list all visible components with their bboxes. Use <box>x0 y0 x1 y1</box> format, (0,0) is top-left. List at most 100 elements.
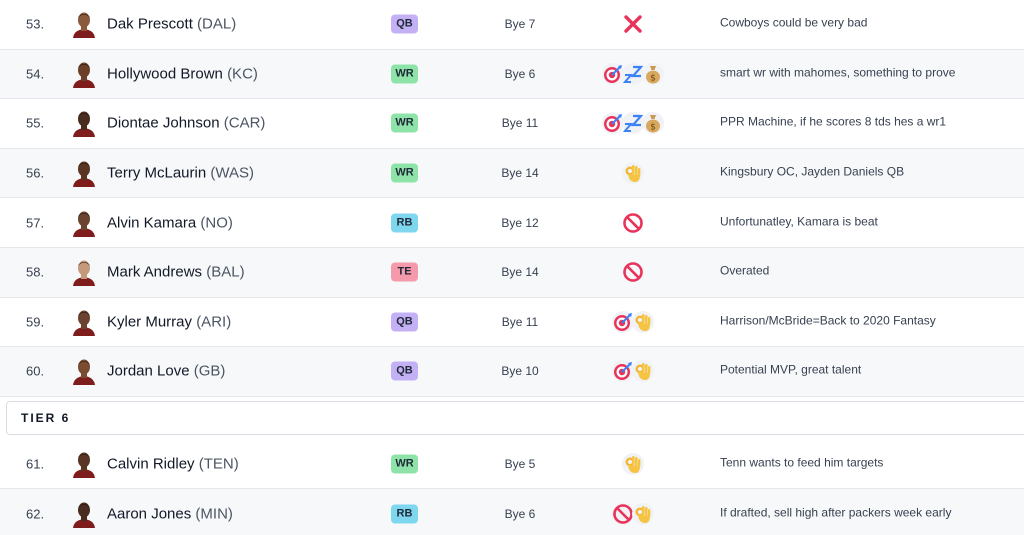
bye-week: Bye 12 <box>501 215 539 230</box>
player-team: (GB) <box>193 362 226 380</box>
player-team: (MIN) <box>195 505 233 523</box>
player-name: Terry McLaurin <box>107 164 207 182</box>
cross-icon[interactable] <box>622 13 644 35</box>
player-name: Kyler Murray <box>107 313 193 331</box>
player-name: Jordan Love <box>107 362 190 380</box>
position-badge: WR <box>391 113 418 133</box>
player-avatar <box>70 209 98 237</box>
position-badge: TE <box>391 262 418 282</box>
player-rows-group: 53. Dak Prescott (DAL) QB Bye 7 Cowboys coul… <box>0 0 1024 397</box>
player-row[interactable]: 55. Diontae Johnson (CAR) WR Bye 11 $ PPR Mac… <box>0 99 1024 149</box>
player-name: Hollywood Brown <box>107 65 223 83</box>
player-name-link[interactable]: Dak Prescott (DAL) <box>107 16 236 33</box>
player-note: Tenn wants to feed him targets <box>720 455 884 470</box>
player-row[interactable]: 58. Mark Andrews (BAL) TE Bye 14 Overated <box>0 247 1024 298</box>
player-name-link[interactable]: Mark Andrews (BAL) <box>107 264 245 281</box>
player-name-link[interactable]: Kyler Murray (ARI) <box>107 313 231 330</box>
prohibited-icon[interactable] <box>622 261 644 283</box>
prohibited-icon[interactable] <box>622 212 644 234</box>
player-name: Aaron Jones <box>107 505 192 523</box>
player-rank: 56. <box>26 165 45 181</box>
player-tags <box>590 358 678 384</box>
player-team: (WAS) <box>210 164 254 182</box>
sleep-icon[interactable] <box>622 112 644 135</box>
player-rank: 59. <box>26 314 45 330</box>
target-icon[interactable] <box>602 112 624 135</box>
money-bag-icon[interactable]: $ <box>642 112 664 135</box>
player-team: (BAL) <box>206 263 245 281</box>
bye-week: Bye 10 <box>501 364 539 379</box>
player-note: If drafted, sell high after packers week… <box>720 505 952 520</box>
player-name-link[interactable]: Hollywood Brown (KC) <box>107 65 258 82</box>
target-icon[interactable] <box>612 360 634 383</box>
player-rankings-list: 53. Dak Prescott (DAL) QB Bye 7 Cowboys coul… <box>0 0 1024 535</box>
bye-week: Bye 5 <box>504 457 536 472</box>
player-team: (KC) <box>227 65 258 83</box>
player-team: (TEN) <box>198 455 239 473</box>
player-note: Overated <box>720 263 770 278</box>
player-name-link[interactable]: Terry McLaurin (WAS) <box>107 165 254 182</box>
player-name: Dak Prescott <box>107 15 193 33</box>
sleep-icon[interactable] <box>622 62 644 85</box>
player-tags <box>590 451 678 477</box>
prohibited-icon[interactable] <box>612 502 634 525</box>
player-row[interactable]: 60. Jordan Love (GB) QB Bye 10 Potential MVP… <box>0 347 1024 397</box>
player-rank: 57. <box>26 215 45 231</box>
position-badge: RB <box>391 213 418 233</box>
player-row[interactable]: 54. Hollywood Brown (KC) WR Bye 6 $ smart wr … <box>0 49 1024 100</box>
player-row[interactable]: 56. Terry McLaurin (WAS) WR Bye 14 Kingsbury… <box>0 148 1024 199</box>
ok-hand-icon[interactable] <box>632 360 654 383</box>
player-team: (ARI) <box>196 313 232 331</box>
player-name: Diontae Johnson <box>107 114 220 132</box>
player-name: Mark Andrews <box>107 263 203 281</box>
player-name-link[interactable]: Jordan Love (GB) <box>107 363 225 380</box>
position-badge: WR <box>391 163 418 183</box>
tier-header: TIER 6 <box>6 400 1024 435</box>
player-avatar <box>70 258 98 287</box>
player-avatar <box>70 500 98 528</box>
player-row[interactable]: 62. Aaron Jones (MIN) RB Bye 6 If drafted, s… <box>0 489 1024 535</box>
player-name-link[interactable]: Diontae Johnson (CAR) <box>107 115 265 132</box>
player-name-link[interactable]: Aaron Jones (MIN) <box>107 505 233 522</box>
target-icon[interactable] <box>612 310 634 333</box>
ok-hand-icon[interactable] <box>622 162 644 185</box>
player-note: PPR Machine, if he scores 8 tds hes a wr… <box>720 115 947 130</box>
player-note: Cowboys could be very bad <box>720 15 868 30</box>
player-tags: $ <box>590 110 678 136</box>
player-rank: 62. <box>26 506 45 522</box>
player-avatar <box>70 308 98 336</box>
player-rank: 55. <box>26 115 45 131</box>
player-avatar <box>70 10 98 39</box>
player-tags <box>590 11 678 37</box>
player-rank: 61. <box>26 456 45 472</box>
player-row[interactable]: 61. Calvin Ridley (TEN) WR Bye 5 Tenn wants … <box>0 439 1024 490</box>
player-row[interactable]: 57. Alvin Kamara (NO) RB Bye 12 Unfortunatle… <box>0 198 1024 248</box>
player-tags <box>590 160 678 186</box>
player-name-link[interactable]: Alvin Kamara (NO) <box>107 214 233 231</box>
svg-text:$: $ <box>650 123 656 133</box>
position-badge: QB <box>391 14 418 34</box>
ok-hand-icon[interactable] <box>632 310 654 333</box>
player-row[interactable]: 59. Kyler Murray (ARI) QB Bye 11 Harrison/Mc… <box>0 297 1024 348</box>
player-tags <box>590 259 678 285</box>
tier-label: TIER 6 <box>21 410 71 425</box>
bye-week: Bye 7 <box>504 17 536 32</box>
target-icon[interactable] <box>602 62 624 85</box>
ok-hand-icon[interactable] <box>632 502 654 525</box>
bye-week: Bye 11 <box>501 314 539 329</box>
position-badge: WR <box>391 64 418 84</box>
ok-hand-icon[interactable] <box>622 453 644 476</box>
player-rank: 58. <box>26 264 45 280</box>
player-tags: $ <box>590 61 678 87</box>
position-badge: RB <box>391 504 418 524</box>
player-name-link[interactable]: Calvin Ridley (TEN) <box>107 456 239 473</box>
money-bag-icon[interactable]: $ <box>642 62 664 85</box>
bye-week: Bye 6 <box>504 506 536 521</box>
player-avatar <box>70 450 98 479</box>
player-rows-group: 61. Calvin Ridley (TEN) WR Bye 5 Tenn wants … <box>0 439 1024 535</box>
player-note: smart wr with mahomes, something to prov… <box>720 65 956 80</box>
player-row[interactable]: 53. Dak Prescott (DAL) QB Bye 7 Cowboys coul… <box>0 0 1024 50</box>
player-team: (CAR) <box>223 114 266 132</box>
player-team: (DAL) <box>197 15 237 33</box>
player-team: (NO) <box>200 214 233 232</box>
